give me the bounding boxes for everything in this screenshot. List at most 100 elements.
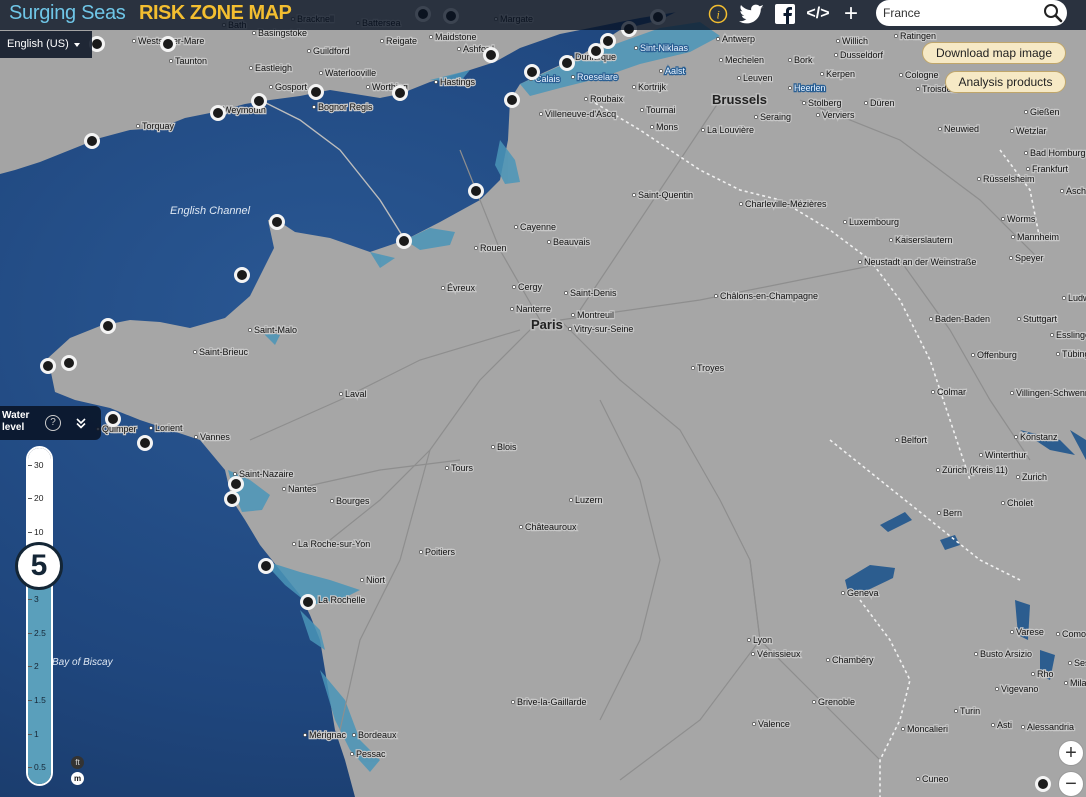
twitter-icon[interactable]: [738, 3, 764, 25]
brand-surging-seas[interactable]: Surging Seas: [9, 2, 126, 25]
plus-icon[interactable]: +: [841, 2, 861, 26]
city-label-ratingen: Ratingen: [900, 31, 936, 41]
city-label-hastings: Hastings: [440, 77, 476, 87]
risk-marker[interactable]: [160, 36, 176, 52]
zoom-out-button[interactable]: −: [1058, 771, 1084, 797]
city-label-tours: Tours: [451, 463, 474, 473]
risk-marker[interactable]: [228, 476, 244, 492]
city-dot: [843, 220, 847, 224]
risk-marker[interactable]: [40, 358, 56, 374]
city-label-rho: Rho: [1037, 669, 1054, 679]
info-icon[interactable]: i: [707, 3, 729, 25]
city-dot: [514, 225, 518, 229]
city-dot: [929, 317, 933, 321]
city-label-valence: Valence: [758, 719, 790, 729]
city-dot: [1060, 189, 1064, 193]
city-dot: [1024, 151, 1028, 155]
facebook-icon[interactable]: [774, 3, 796, 25]
city-dot: [977, 177, 981, 181]
city-dot: [864, 101, 868, 105]
risk-marker[interactable]: [137, 435, 153, 451]
water-level-tick-label: 2.5: [34, 628, 46, 638]
city-dot: [1016, 475, 1020, 479]
city-dot: [339, 392, 343, 396]
risk-marker[interactable]: [392, 85, 408, 101]
city-label-chalons-en-champagne: Châlons-en-Champagne: [720, 291, 818, 301]
analysis-products-button[interactable]: Analysis products: [945, 71, 1066, 93]
city-label-vigevano: Vigevano: [1001, 684, 1038, 694]
city-dot: [714, 294, 718, 298]
risk-marker[interactable]: [89, 36, 105, 52]
risk-marker[interactable]: [269, 214, 285, 230]
water-level-title: Water level: [2, 410, 30, 433]
risk-marker[interactable]: [224, 491, 240, 507]
risk-marker[interactable]: [251, 93, 267, 109]
risk-marker[interactable]: [210, 105, 226, 121]
city-label-verviers: Verviers: [822, 110, 855, 120]
city-label-sesto-san-giovanni: Sesto San Giovanni: [1074, 658, 1086, 668]
city-label-cholet: Cholet: [1007, 498, 1034, 508]
risk-marker[interactable]: [483, 47, 499, 63]
risk-marker[interactable]: [100, 318, 116, 334]
city-dot: [650, 125, 654, 129]
city-label-offenburg: Offenburg: [977, 350, 1017, 360]
risk-marker[interactable]: [524, 64, 540, 80]
city-dot: [816, 113, 820, 117]
city-dot: [352, 733, 356, 737]
city-label-blois: Blois: [497, 442, 517, 452]
water-level-handle[interactable]: 5: [15, 542, 63, 590]
risk-marker[interactable]: [308, 84, 324, 100]
risk-marker[interactable]: [258, 558, 274, 574]
location-search-input[interactable]: [876, 0, 1067, 26]
zoom-in-button[interactable]: +: [1058, 740, 1084, 766]
city-dot: [511, 700, 515, 704]
city-dot: [634, 46, 638, 50]
risk-marker[interactable]: [61, 355, 77, 371]
help-icon[interactable]: ?: [45, 415, 61, 431]
city-label-russelsheim: Rüsselsheim: [983, 174, 1035, 184]
unit-feet-toggle[interactable]: ft: [71, 756, 84, 769]
risk-marker[interactable]: [396, 233, 412, 249]
risk-marker[interactable]: [105, 411, 121, 427]
city-dot: [1031, 672, 1035, 676]
city-label-niort: Niort: [366, 575, 386, 585]
risk-marker[interactable]: [468, 183, 484, 199]
city-label-mons: Mons: [656, 122, 679, 132]
unit-meters-toggle[interactable]: m: [71, 772, 84, 785]
city-dot: [564, 291, 568, 295]
city-dot: [547, 240, 551, 244]
risk-marker[interactable]: [504, 92, 520, 108]
city-label-guildford: Guildford: [313, 46, 350, 56]
risk-marker[interactable]: [588, 43, 604, 59]
flood-risk-map[interactable]: English Channel Bay of Biscay Paris Brus…: [0, 0, 1086, 797]
city-dot: [1062, 296, 1066, 300]
city-dot: [269, 85, 273, 89]
risk-marker[interactable]: [84, 133, 100, 149]
risk-marker[interactable]: [600, 33, 616, 49]
download-map-image-button[interactable]: Download map image: [922, 42, 1066, 64]
city-label-saint-nazaire: Saint-Nazaire: [239, 469, 294, 479]
city-label-seraing: Seraing: [760, 112, 791, 122]
collapse-chevron-icon[interactable]: [74, 416, 88, 430]
city-dot: [802, 101, 806, 105]
city-dot: [434, 80, 438, 84]
city-dot: [812, 700, 816, 704]
city-label-reigate: Reigate: [386, 36, 417, 46]
city-dot: [737, 76, 741, 80]
city-dot: [834, 53, 838, 57]
risk-marker[interactable]: [1035, 776, 1051, 792]
search-icon[interactable]: [1042, 2, 1064, 24]
risk-marker[interactable]: [234, 267, 250, 283]
city-label-wetzlar: Wetzlar: [1016, 126, 1046, 136]
embed-code-icon[interactable]: </>: [804, 3, 832, 25]
city-label-pessac: Pessac: [356, 749, 386, 759]
city-label-luzern: Luzern: [575, 495, 603, 505]
risk-marker[interactable]: [559, 55, 575, 71]
risk-marker[interactable]: [300, 594, 316, 610]
city-label-brussels: Brussels: [712, 92, 767, 107]
language-select[interactable]: English (US): [0, 31, 92, 58]
svg-text:i: i: [717, 8, 720, 22]
city-dot: [751, 652, 755, 656]
city-dot: [312, 105, 316, 109]
brand-risk-zone-map[interactable]: RISK ZONE MAP: [139, 2, 292, 25]
